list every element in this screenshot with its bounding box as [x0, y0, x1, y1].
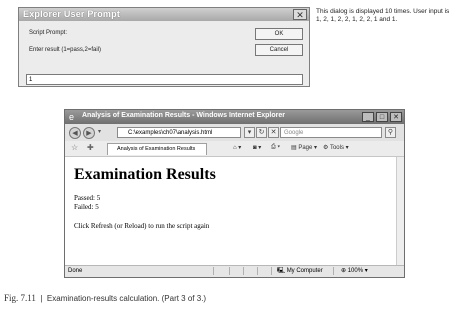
status-divider — [333, 267, 334, 275]
status-divider — [271, 267, 272, 275]
forward-arrow-icon: ▶ — [86, 130, 92, 137]
tools-menu-label: Tools — [329, 145, 344, 151]
address-bar[interactable]: C:\examples\ch07\analysis.html — [117, 127, 241, 138]
minimize-icon: _ — [366, 114, 370, 121]
stop-button[interactable]: ✕ — [268, 127, 279, 138]
status-text: Done — [68, 268, 83, 274]
browser-title: Analysis of Examination Results - Window… — [82, 112, 285, 119]
add-favorites-icon[interactable]: ✚ — [87, 143, 94, 152]
close-icon: ✕ — [296, 10, 304, 20]
maximize-button[interactable]: □ — [376, 112, 388, 122]
zoom-control[interactable]: ⊕ 100% ▾ — [341, 266, 368, 276]
page-menu-label: Page — [298, 145, 313, 151]
forward-button[interactable]: ▶ — [83, 127, 95, 139]
caption-text: Examination-results calculation. (Part 3… — [46, 294, 207, 303]
script-prompt-label: Script Prompt: — [29, 30, 68, 36]
address-dropdown-button[interactable]: ▾ — [244, 127, 255, 138]
status-divider — [257, 267, 258, 275]
search-button[interactable]: ⚲ — [385, 127, 396, 138]
computer-icon: 🖳 — [277, 268, 286, 274]
ie-logo-icon: e — [69, 112, 75, 122]
prompt-message: Enter result (1=pass,2=fail) — [29, 47, 102, 53]
status-divider — [243, 267, 244, 275]
maximize-icon: □ — [379, 114, 385, 121]
print-icon[interactable]: ⎙ ▾ — [271, 144, 280, 151]
cancel-button[interactable]: Cancel — [255, 44, 303, 56]
vertical-scrollbar[interactable] — [396, 157, 404, 267]
status-divider — [213, 267, 214, 275]
figure-number: Fig. 7.11 — [4, 293, 36, 303]
browser-title-bar: e Analysis of Examination Results - Wind… — [65, 110, 404, 124]
refresh-instruction: Click Refresh (or Reload) to run the scr… — [74, 222, 210, 230]
caption-separator: | — [40, 294, 43, 303]
tab-analysis[interactable]: Analysis of Examination Results — [107, 143, 207, 155]
dialog-title: Explorer User Prompt — [23, 9, 121, 19]
favorites-star-icon[interactable]: ☆ — [71, 143, 78, 152]
dialog-title-bar: Explorer User Prompt ✕ — [19, 8, 309, 21]
zone-indicator: 🖳 My Computer — [277, 266, 323, 276]
back-button[interactable]: ◀ — [69, 127, 81, 139]
ok-button[interactable]: OK — [255, 28, 303, 40]
status-divider — [229, 267, 230, 275]
chevron-down-icon: ▾ — [247, 129, 252, 136]
page-menu[interactable]: ▤ Page ▾ — [291, 144, 317, 151]
page-heading: Examination Results — [74, 166, 216, 183]
failed-count: Failed: 5 — [74, 203, 99, 211]
zone-label: My Computer — [286, 268, 323, 274]
zoom-level: 100% — [347, 268, 364, 274]
navigation-bar: ◀ ▶ ▾ C:\examples\ch07\analysis.html ▾ ↻… — [65, 124, 404, 142]
prompt-input[interactable]: 1 — [26, 74, 303, 85]
side-note: This dialog is displayed 10 times. User … — [316, 8, 450, 23]
status-bar: Done 🖳 My Computer ⊕ 100% ▾ — [65, 265, 404, 277]
close-window-button[interactable]: ✕ — [390, 112, 402, 122]
back-arrow-icon: ◀ — [72, 130, 78, 137]
feeds-icon[interactable]: ◙ ▾ — [253, 144, 261, 151]
zoom-icon: ⊕ — [341, 268, 347, 274]
close-button[interactable]: ✕ — [293, 9, 307, 20]
tab-bar: ☆ ✚ Analysis of Examination Results ⌂ ▾ … — [65, 141, 404, 157]
stop-icon: ✕ — [270, 129, 277, 136]
figure-caption: Fig. 7.11 | Examination-results calculat… — [4, 293, 206, 303]
page-content: Examination Results Passed: 5 Failed: 5 … — [65, 157, 396, 267]
minimize-button[interactable]: _ — [362, 112, 374, 122]
close-icon: ✕ — [393, 114, 399, 121]
browser-window: e Analysis of Examination Results - Wind… — [64, 109, 405, 278]
tools-menu[interactable]: ⚙ Tools ▾ — [323, 144, 349, 151]
passed-count: Passed: 5 — [74, 194, 101, 202]
history-dropdown-icon[interactable]: ▾ — [98, 128, 101, 135]
explorer-user-prompt-dialog: Explorer User Prompt ✕ Script Prompt: En… — [18, 7, 310, 87]
search-input[interactable]: Google — [280, 127, 382, 138]
home-icon[interactable]: ⌂ ▾ — [233, 144, 241, 151]
refresh-button[interactable]: ↻ — [256, 127, 267, 138]
search-icon: ⚲ — [387, 129, 394, 136]
refresh-icon: ↻ — [258, 129, 265, 136]
